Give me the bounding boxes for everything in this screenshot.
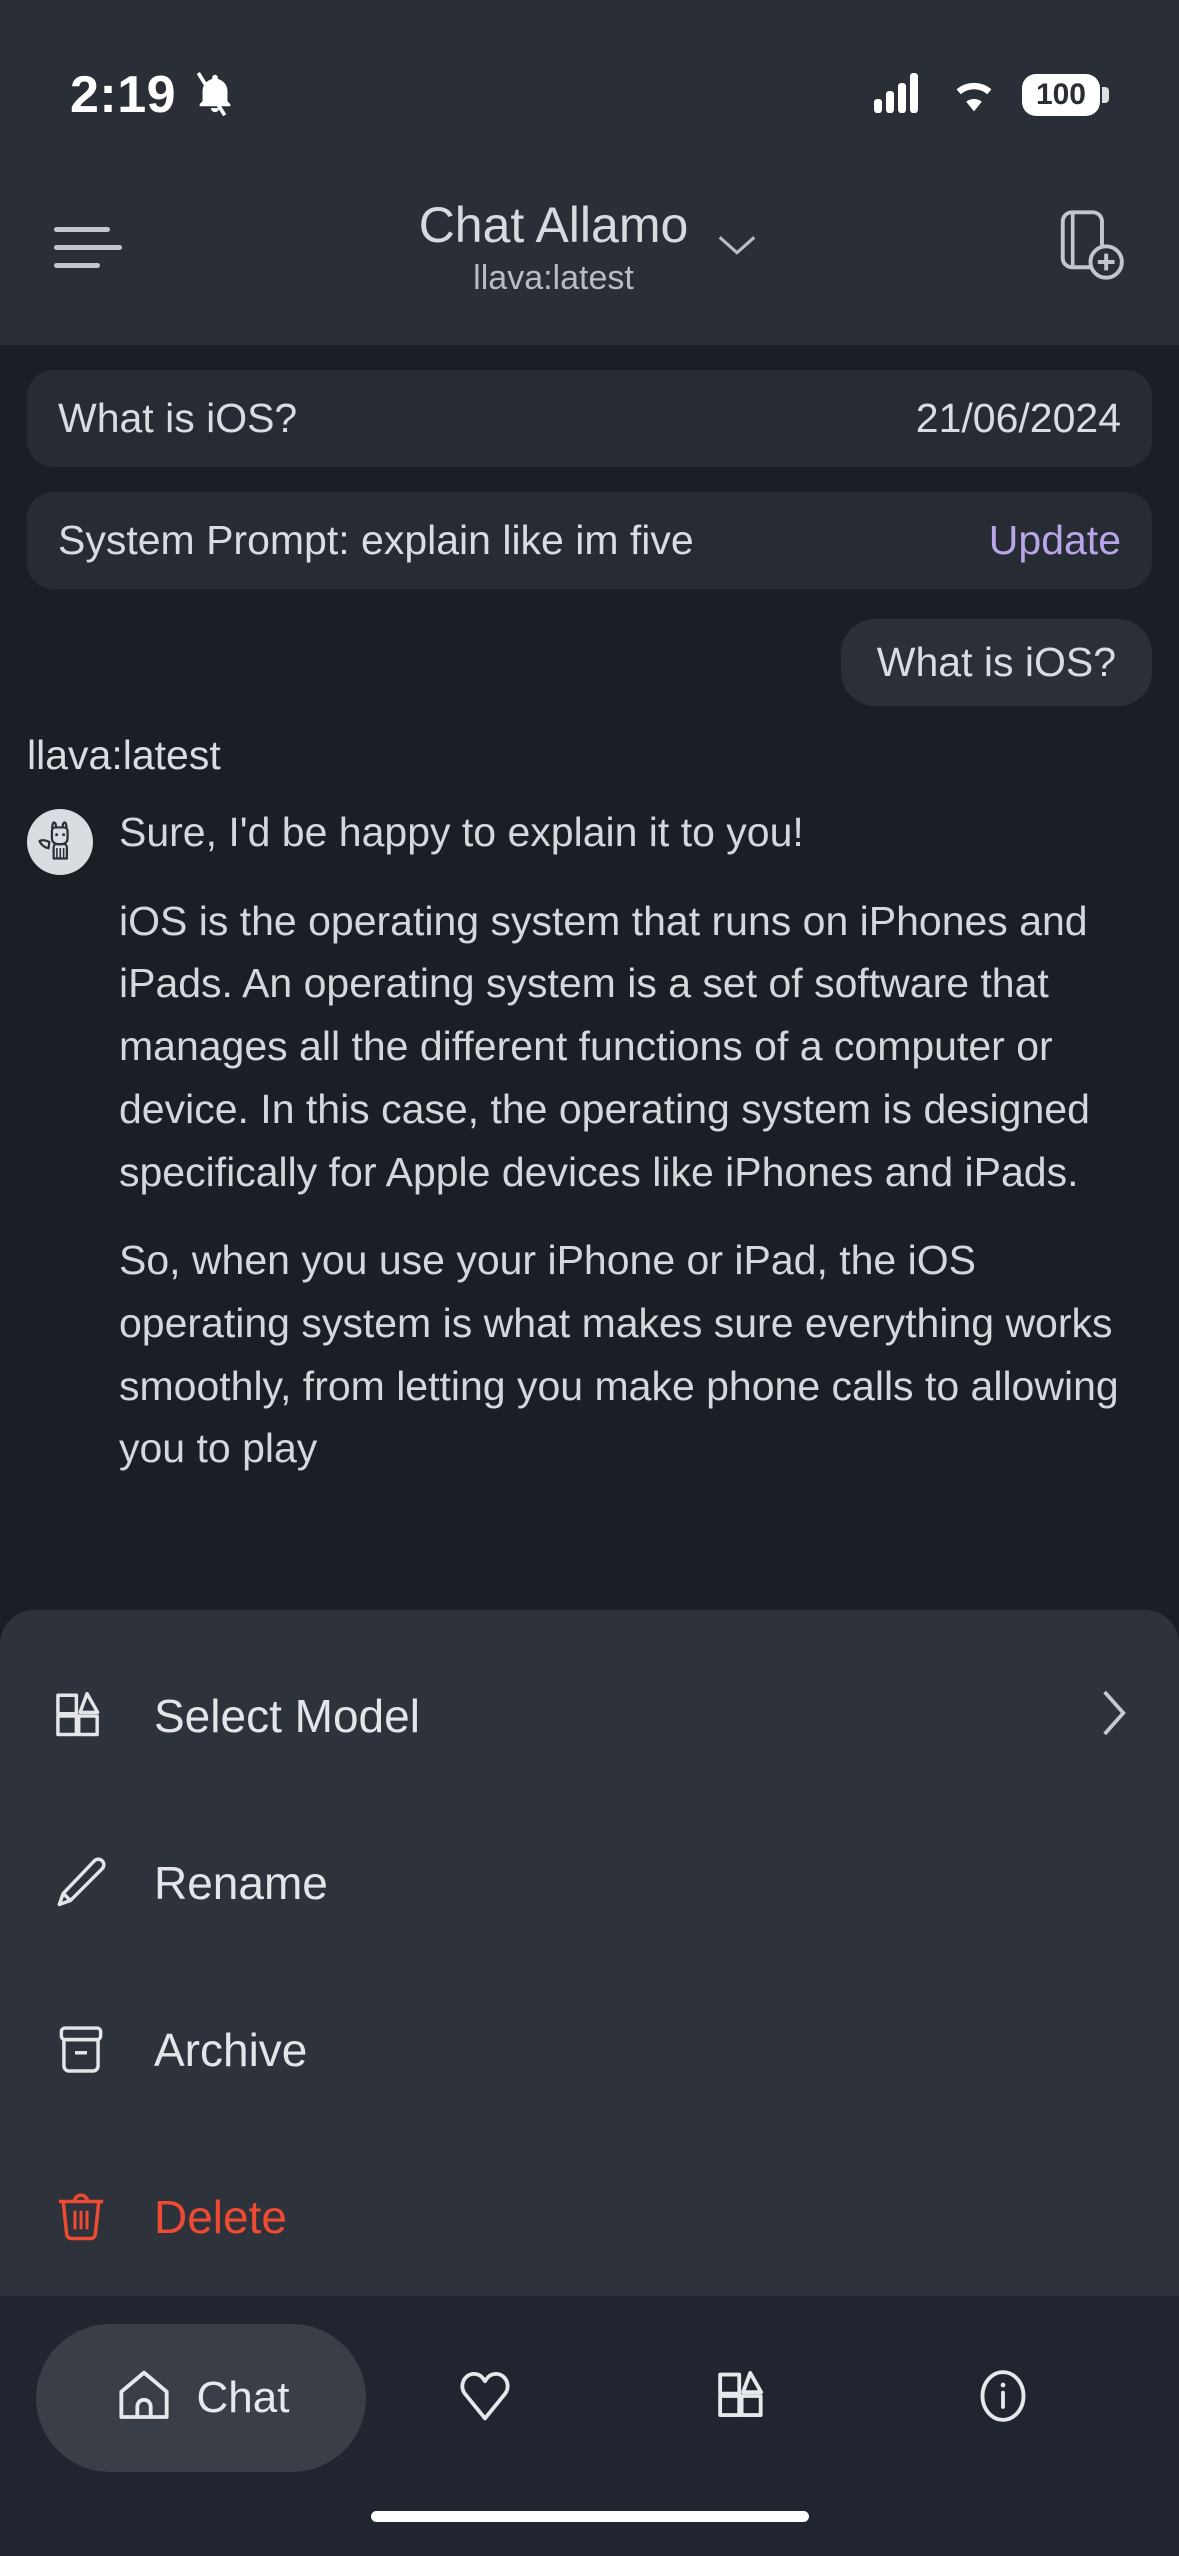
assistant-paragraph: So, when you use your iPhone or iPad, th… — [119, 1237, 1119, 1472]
assistant-paragraph: iOS is the operating system that runs on… — [119, 897, 1090, 1195]
nav-titles: Chat Allamo llava:latest — [419, 197, 689, 298]
battery-level: 100 — [1021, 74, 1100, 116]
assistant-message-body: Sure, I'd be happy to explain it to you!… — [119, 801, 1152, 1480]
user-message-bubble[interactable]: What is iOS? — [840, 619, 1152, 706]
system-prompt-card[interactable]: System Prompt: explain like im five Upda… — [27, 492, 1152, 589]
assistant-model-label: llava:latest — [27, 732, 221, 778]
assistant-message-row: Sure, I'd be happy to explain it to you!… — [0, 779, 1179, 1480]
status-bar: 2:19 100 — [0, 0, 1179, 150]
chat-info-title: What is iOS? — [58, 395, 298, 441]
new-chat-icon[interactable] — [1057, 208, 1125, 287]
home-indicator — [370, 2511, 809, 2522]
home-icon — [113, 2365, 175, 2432]
cube-box-icon — [713, 2365, 775, 2432]
action-select-model[interactable]: Select Model — [0, 1632, 1179, 1799]
tab-chat[interactable]: Chat — [36, 2324, 366, 2472]
info-circle-icon — [972, 2365, 1034, 2432]
tab-models[interactable] — [625, 2324, 884, 2472]
action-archive[interactable]: Archive — [0, 1966, 1179, 2133]
cellular-signal-icon — [873, 72, 926, 118]
status-time: 2:19 — [70, 66, 177, 124]
assistant-paragraph: Sure, I'd be happy to explain it to you! — [119, 809, 804, 855]
system-prompt-text: System Prompt: explain like im five — [58, 517, 694, 563]
chat-info-card[interactable]: What is iOS? 21/06/2024 — [27, 370, 1152, 467]
action-label: Archive — [154, 2023, 308, 2076]
user-message-row: What is iOS? — [0, 589, 1179, 706]
nav-right-actions — [1039, 208, 1125, 287]
tab-info[interactable] — [884, 2324, 1143, 2472]
navigation-bar: Chat Allamo llava:latest — [0, 150, 1179, 345]
chevron-right-icon[interactable] — [1097, 1685, 1131, 1746]
action-rename[interactable]: Rename — [0, 1799, 1179, 1966]
chat-info-date: 21/06/2024 — [915, 395, 1121, 441]
pencil-icon — [48, 1850, 114, 1916]
nav-title-group[interactable]: Chat Allamo llava:latest — [140, 197, 1039, 298]
phone-screen: 2:19 100 Chat Allamo llava:latest What i… — [0, 0, 1179, 2556]
action-label: Rename — [154, 1856, 328, 1909]
hamburger-menu-icon[interactable] — [54, 227, 140, 268]
tab-label: Chat — [196, 2373, 290, 2422]
status-bar-left: 2:19 — [70, 65, 238, 125]
status-bar-right: 100 — [873, 72, 1109, 118]
battery-indicator: 100 — [1021, 74, 1109, 116]
page-subtitle: llava:latest — [473, 259, 634, 297]
bell-slash-icon — [192, 70, 238, 121]
battery-nub — [1102, 87, 1109, 103]
action-delete[interactable]: Delete — [0, 2133, 1179, 2300]
chevron-down-icon[interactable] — [714, 231, 760, 264]
update-system-prompt-button[interactable]: Update — [989, 517, 1121, 564]
tab-favorites[interactable] — [366, 2324, 625, 2472]
heart-icon — [454, 2365, 516, 2432]
archive-box-icon — [48, 2017, 114, 2083]
action-label: Delete — [154, 2190, 287, 2243]
wifi-icon — [948, 73, 1000, 118]
action-label: Select Model — [154, 1689, 420, 1742]
chat-options-action-sheet: Select Model Rename Archive Delete — [0, 1610, 1179, 2400]
llama-avatar-icon — [27, 809, 93, 875]
page-title: Chat Allamo — [418, 197, 689, 253]
cube-box-icon — [48, 1683, 114, 1749]
trash-icon — [48, 2184, 114, 2250]
